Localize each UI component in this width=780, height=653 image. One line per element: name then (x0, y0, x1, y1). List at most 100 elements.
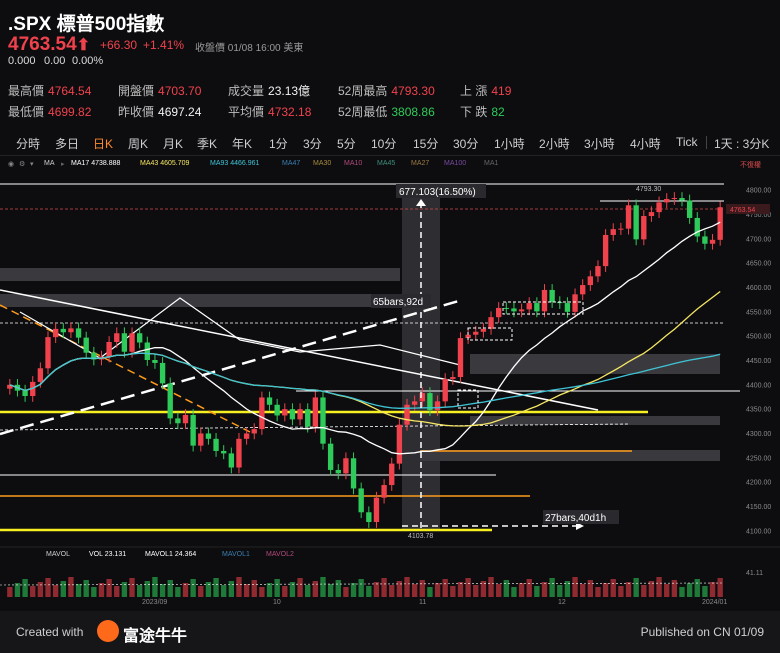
volume-bar (114, 586, 120, 597)
tab-1day-3min[interactable]: 1天 : 3分K (714, 135, 769, 152)
tab-multiday[interactable]: 多日 (55, 135, 79, 152)
candle-body (350, 458, 357, 489)
tab-1h[interactable]: 1小時 (494, 135, 525, 152)
tab-10min[interactable]: 10分 (371, 135, 396, 152)
volume-bar (129, 578, 135, 597)
date-axis-label: 11 (419, 599, 426, 606)
ma-legend-ma1: MA1 (484, 160, 499, 167)
tab-15min[interactable]: 15分 (413, 135, 438, 152)
volume-bar (358, 579, 364, 597)
volume-bar (702, 586, 708, 597)
tab-yearly-k[interactable]: 年K (232, 135, 252, 152)
volume-bar (60, 581, 66, 597)
price-axis-label: 4450.00 (746, 358, 771, 365)
tab-monthly-k[interactable]: 月K (163, 135, 183, 152)
volume-bar (236, 577, 242, 597)
candle-body (564, 303, 571, 312)
candle-body (228, 453, 235, 468)
candle-body (45, 337, 51, 369)
volume-bar (488, 577, 494, 597)
candle-body (381, 485, 387, 498)
volume-bar (495, 584, 502, 597)
price-axis-label: 4200.00 (746, 480, 771, 487)
candle-body (305, 409, 311, 427)
published-text: Published on CN 01/09 (640, 625, 764, 639)
volume-bar (694, 579, 700, 597)
price-axis-label: 4300.00 (746, 431, 771, 438)
volume-bar (343, 587, 349, 597)
ma-legend: ◉ ⚙ ▾ MA ▸ MA17 4738.888 MA43 4605.709 M… (0, 160, 780, 172)
chevron-right-icon[interactable]: ▸ (61, 160, 65, 168)
tab-intraday[interactable]: 分時 (16, 135, 40, 152)
volume-bar (266, 583, 273, 597)
volume-bar (450, 586, 456, 597)
tab-1min[interactable]: 1分 (269, 135, 288, 152)
volume-bar (656, 577, 662, 597)
ma-legend-ma: MA (44, 160, 55, 167)
candle-body (274, 404, 280, 416)
candle-body (434, 401, 441, 411)
stat-prev-close: 昨收價 4697.24 (118, 105, 202, 119)
candle-body (679, 198, 685, 201)
candle-body (312, 397, 319, 427)
stat-open: 開盤價 4703.70 (118, 84, 202, 98)
eye-icon[interactable]: ◉ (8, 160, 14, 168)
candle-body (503, 307, 509, 309)
candle-body (549, 289, 555, 303)
candle-body (282, 409, 288, 416)
volume-bar (327, 584, 334, 597)
period-tabs: 分時 多日 日K 周K 月K 季K 年K 1分 3分 5分 10分 15分 30… (0, 130, 780, 156)
tab-daily-k[interactable]: 日K (93, 135, 113, 152)
candle-body (648, 212, 655, 216)
volume-bar (511, 587, 517, 597)
volume-bar (679, 587, 685, 597)
tab-5min[interactable]: 5分 (337, 135, 356, 152)
volume-bar (52, 585, 59, 597)
tab-4h[interactable]: 4小時 (630, 135, 661, 152)
tab-weekly-k[interactable]: 周K (128, 135, 148, 152)
candle-body (129, 333, 135, 352)
kline-chart[interactable]: 677.103(16.50%) 65bars,92d 27bars,40d1h 479… (0, 172, 780, 642)
volume-bar (595, 587, 601, 597)
mavol-label: MAVOL (46, 551, 70, 558)
candle-body (251, 429, 257, 434)
settings-icon[interactable]: ⚙ (19, 160, 25, 168)
tab-2h[interactable]: 2小時 (539, 135, 570, 152)
tab-tick[interactable]: Tick (676, 135, 698, 149)
volume-bar (259, 587, 265, 597)
volume-bar (709, 582, 716, 597)
candle-body (450, 377, 456, 379)
resistance-zone (470, 354, 720, 374)
resistance-zone (0, 268, 400, 281)
volume-bar (686, 583, 693, 597)
candle-body (587, 276, 594, 286)
chevron-down-icon[interactable]: ▾ (30, 160, 34, 168)
candle-body (327, 443, 334, 470)
quote-header: .SPX 標普500指數 4763.54⬆ +66.30 +1.41% 收盤價 … (0, 0, 780, 130)
candle-body (580, 285, 586, 295)
date-axis-label: 12 (558, 599, 566, 606)
tab-30min[interactable]: 30分 (453, 135, 478, 152)
volume-bar (167, 580, 173, 597)
candle-body (480, 328, 487, 332)
tab-3min[interactable]: 3分 (303, 135, 322, 152)
candle-body (641, 216, 647, 240)
tab-quarterly-k[interactable]: 季K (197, 135, 217, 152)
volume-bar (633, 578, 639, 597)
volume-bar (641, 585, 647, 597)
candle-body (671, 198, 678, 199)
candle-body (243, 433, 250, 439)
no-adjust-label[interactable]: 不復權 (740, 160, 761, 170)
volume-bar (121, 582, 128, 597)
up-arrow-icon: ⬆ (76, 37, 91, 54)
volume-bar (580, 584, 586, 597)
low-marker: 4103.78 (408, 533, 433, 540)
tab-3h[interactable]: 3小時 (584, 135, 615, 152)
candle-body (182, 414, 189, 424)
candle-body (266, 397, 273, 405)
volume-bar (45, 578, 51, 597)
volume-bar (717, 578, 723, 597)
volume-bar (198, 586, 204, 597)
price-axis-label: 4800.00 (746, 188, 771, 195)
candle-body (396, 424, 403, 464)
